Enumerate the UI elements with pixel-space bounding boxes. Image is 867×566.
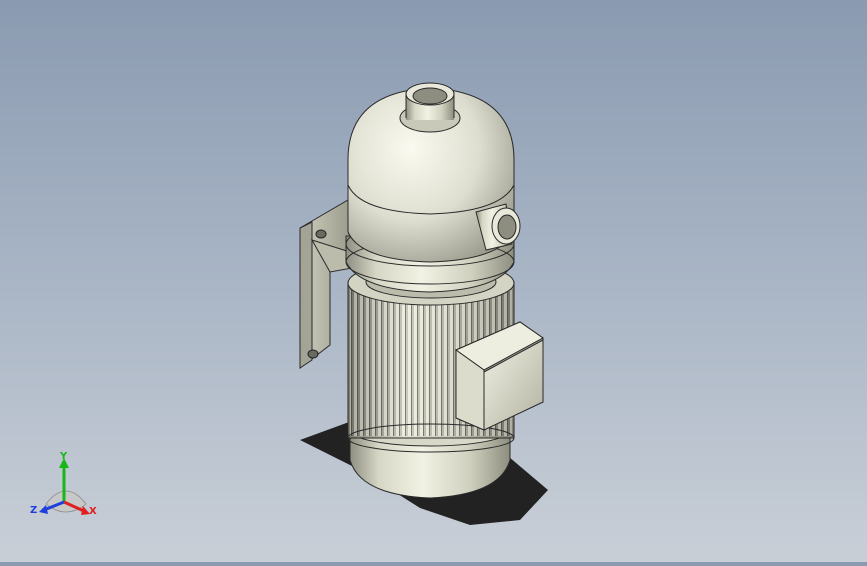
3d-model-view[interactable] bbox=[0, 0, 867, 562]
z-axis-label: Z bbox=[30, 505, 38, 516]
graphics-viewport[interactable] bbox=[0, 0, 867, 562]
bolt-hole-icon bbox=[307, 349, 319, 359]
mounting-bracket[interactable] bbox=[299, 199, 353, 370]
y-axis-label: Y bbox=[60, 451, 68, 462]
bolt-hole-icon bbox=[315, 229, 327, 239]
x-axis-label: X bbox=[89, 506, 97, 517]
inlet-nozzle[interactable] bbox=[399, 82, 461, 133]
reference-triad[interactable]: Y Z X bbox=[28, 448, 104, 524]
